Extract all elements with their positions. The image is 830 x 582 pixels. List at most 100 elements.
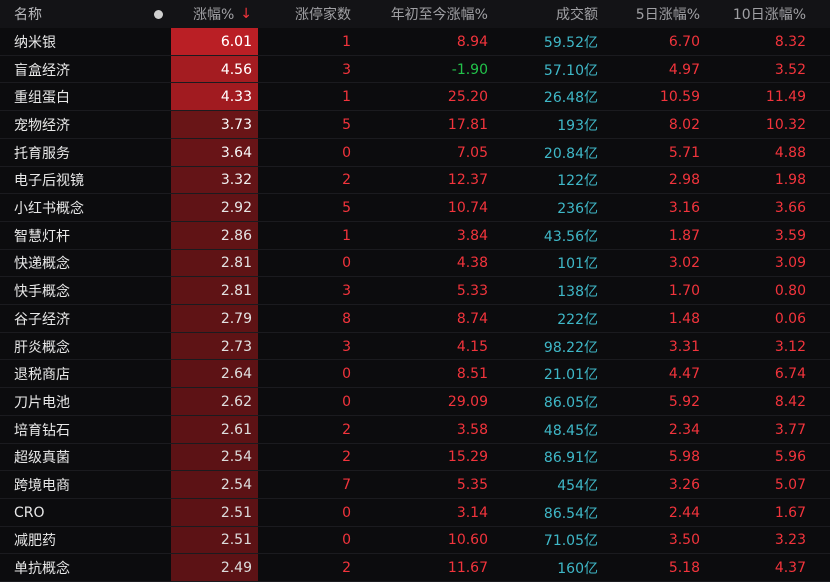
row-ytd-change: 17.81 [447, 116, 488, 133]
row-volume: 122亿 [557, 173, 598, 190]
row-change-pct: 3.64 [171, 138, 258, 167]
table-row[interactable]: 重组蛋白 4.33 1 25.20 26.48亿 10.59 11.49 [0, 83, 830, 112]
row-volume: 138亿 [557, 284, 598, 301]
row-volume: 57.10亿 [543, 62, 598, 79]
table-row[interactable]: 跨境电商 2.54 7 5.35 454亿 3.26 5.07 [0, 471, 830, 499]
row-10d-change: 1.98 [774, 172, 806, 189]
row-volume: 59.52亿 [543, 34, 598, 51]
row-10d-change: 6.74 [774, 366, 806, 383]
row-5d-change: 3.02 [668, 255, 700, 272]
sector-ranking-table: 名称 涨幅% ↓ 涨停家数 年初至今涨幅% 成交额 5日涨幅% 10日涨幅% 纳… [0, 0, 830, 582]
row-5d-change: 2.98 [668, 172, 700, 189]
row-ytd-change: 3.84 [456, 227, 488, 244]
row-name: 电子后视镜 [14, 173, 84, 190]
column-header-name[interactable]: 名称 [0, 0, 145, 28]
table-row[interactable]: 培育钻石 2.61 2 3.58 48.45亿 2.34 3.77 [0, 415, 830, 444]
column-header-volume[interactable]: 成交额 [495, 0, 605, 28]
row-change-pct: 2.86 [171, 221, 258, 250]
column-header-ytd-change[interactable]: 年初至今涨幅% [358, 0, 495, 28]
table-row[interactable]: 退税商店 2.64 0 8.51 21.01亿 4.47 6.74 [0, 360, 830, 389]
row-limit-up-count: 1 [342, 33, 351, 50]
column-header-10d-change[interactable]: 10日涨幅% [705, 0, 830, 28]
row-limit-up-count: 0 [342, 366, 351, 383]
row-limit-up-count: 0 [342, 144, 351, 161]
row-marker [145, 416, 171, 444]
row-change-pct: 2.73 [171, 332, 258, 361]
table-row[interactable]: 快手概念 2.81 3 5.33 138亿 1.70 0.80 [0, 277, 830, 305]
table-row[interactable]: 超级真菌 2.54 2 15.29 86.91亿 5.98 5.96 [0, 443, 830, 472]
row-5d-change: 8.02 [668, 116, 700, 133]
row-name: 宠物经济 [14, 117, 70, 134]
row-change-pct: 2.64 [171, 360, 258, 389]
table-row[interactable]: 快递概念 2.81 0 4.38 101亿 3.02 3.09 [0, 249, 830, 278]
row-limit-up-count: 3 [342, 283, 351, 300]
column-header-5d-change[interactable]: 5日涨幅% [605, 0, 705, 28]
row-limit-up-count: 5 [342, 200, 351, 217]
row-ytd-change: 4.38 [456, 255, 488, 272]
row-10d-change: 3.66 [774, 200, 806, 217]
row-change-pct: 2.61 [171, 415, 258, 444]
row-10d-change: 3.52 [774, 61, 806, 78]
row-ytd-change: 7.05 [456, 144, 488, 161]
row-5d-change: 1.87 [668, 227, 700, 244]
row-ytd-change: 12.37 [447, 172, 488, 189]
table-row[interactable]: 智慧灯杆 2.86 1 3.84 43.56亿 1.87 3.59 [0, 221, 830, 250]
row-marker [145, 194, 171, 222]
row-volume: 222亿 [557, 311, 598, 328]
row-10d-change: 1.67 [774, 504, 806, 521]
row-name: 托育服务 [14, 145, 70, 162]
row-name: 单抗概念 [14, 561, 70, 578]
row-limit-up-count: 5 [342, 116, 351, 133]
row-marker [145, 250, 171, 278]
row-5d-change: 3.16 [668, 200, 700, 217]
row-5d-change: 6.70 [668, 33, 700, 50]
row-5d-change: 3.31 [668, 338, 700, 355]
row-ytd-change: 5.35 [456, 477, 488, 494]
row-marker [145, 554, 171, 582]
table-row[interactable]: 减肥药 2.51 0 10.60 71.05亿 3.50 3.23 [0, 526, 830, 555]
row-10d-change: 8.42 [774, 393, 806, 410]
row-volume: 48.45亿 [543, 422, 598, 439]
table-row[interactable]: 纳米银 6.01 1 8.94 59.52亿 6.70 8.32 [0, 28, 830, 56]
table-row[interactable]: 小红书概念 2.92 5 10.74 236亿 3.16 3.66 [0, 194, 830, 222]
row-limit-up-count: 3 [342, 338, 351, 355]
row-change-pct: 4.56 [171, 55, 258, 84]
column-header-change-pct[interactable]: 涨幅% ↓ [171, 0, 258, 28]
row-ytd-change: 3.58 [456, 421, 488, 438]
row-change-pct: 2.49 [171, 554, 258, 582]
row-volume: 43.56亿 [543, 228, 598, 245]
row-limit-up-count: 1 [342, 89, 351, 106]
table-row[interactable]: 电子后视镜 3.32 2 12.37 122亿 2.98 1.98 [0, 166, 830, 195]
column-header-limit-up-count[interactable]: 涨停家数 [258, 0, 358, 28]
row-change-pct: 6.01 [171, 28, 258, 56]
table-row[interactable]: 单抗概念 2.49 2 11.67 160亿 5.18 4.37 [0, 554, 830, 582]
table-row[interactable]: 刀片电池 2.62 0 29.09 86.05亿 5.92 8.42 [0, 388, 830, 416]
table-row[interactable]: 谷子经济 2.79 8 8.74 222亿 1.48 0.06 [0, 305, 830, 333]
row-limit-up-count: 8 [342, 310, 351, 327]
row-volume: 86.54亿 [543, 505, 598, 522]
row-name: 减肥药 [14, 533, 56, 550]
row-volume: 193亿 [557, 117, 598, 134]
dot-icon [153, 9, 163, 19]
row-ytd-change: 11.67 [447, 560, 488, 577]
row-ytd-change: 5.33 [456, 283, 488, 300]
row-ytd-change: 25.20 [447, 89, 488, 106]
row-10d-change: 3.12 [774, 338, 806, 355]
row-ytd-change: 3.14 [456, 504, 488, 521]
row-name: CRO [14, 504, 45, 521]
row-change-pct: 3.32 [171, 166, 258, 195]
row-limit-up-count: 7 [342, 477, 351, 494]
row-volume: 101亿 [557, 256, 598, 273]
table-row[interactable]: 盲盒经济 4.56 3 -1.90 57.10亿 4.97 3.52 [0, 55, 830, 84]
table-row[interactable]: 托育服务 3.64 0 7.05 20.84亿 5.71 4.88 [0, 138, 830, 167]
row-limit-up-count: 2 [342, 560, 351, 577]
sort-descending-icon: ↓ [240, 6, 252, 22]
row-change-pct: 2.51 [171, 498, 258, 527]
row-marker [145, 83, 171, 111]
row-10d-change: 3.23 [774, 532, 806, 549]
table-row[interactable]: CRO 2.51 0 3.14 86.54亿 2.44 1.67 [0, 498, 830, 527]
column-header-marker[interactable] [145, 0, 171, 28]
row-ytd-change: 4.15 [456, 338, 488, 355]
table-row[interactable]: 肝炎概念 2.73 3 4.15 98.22亿 3.31 3.12 [0, 332, 830, 361]
table-row[interactable]: 宠物经济 3.73 5 17.81 193亿 8.02 10.32 [0, 111, 830, 139]
